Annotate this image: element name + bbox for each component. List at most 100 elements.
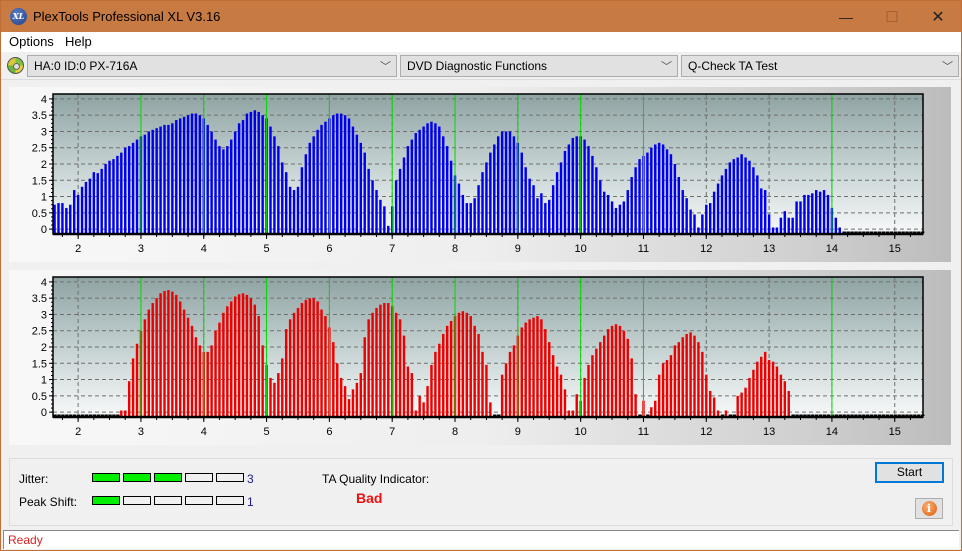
- bar: [811, 193, 814, 233]
- x-tick-label: 14: [826, 426, 838, 438]
- bar: [669, 355, 673, 416]
- bar: [442, 333, 445, 416]
- bar: [163, 291, 166, 416]
- bar: [363, 337, 366, 416]
- bar: [767, 360, 771, 416]
- bar: [375, 307, 378, 416]
- minimize-button[interactable]: —: [823, 1, 869, 32]
- bar: [92, 172, 96, 233]
- bar: [520, 152, 523, 233]
- start-button[interactable]: Start: [875, 462, 944, 483]
- bar: [422, 126, 425, 233]
- bar: [677, 342, 681, 416]
- menu-options[interactable]: Options: [9, 34, 54, 49]
- bar: [359, 373, 363, 416]
- plextools-logo-icon: XL: [10, 8, 27, 25]
- bar: [288, 186, 292, 233]
- bar: [438, 126, 441, 233]
- bar: [167, 290, 170, 416]
- bar: [226, 306, 229, 416]
- bar: [233, 296, 237, 416]
- bar: [80, 186, 84, 233]
- function-select[interactable]: DVD Diagnostic Functions ﹀: [400, 55, 678, 77]
- bar: [575, 394, 578, 416]
- menu-help[interactable]: Help: [65, 34, 92, 49]
- bar: [583, 139, 586, 233]
- bar: [332, 342, 335, 416]
- bar: [155, 298, 158, 416]
- bar: [469, 316, 472, 416]
- bar: [253, 304, 257, 416]
- bar: [214, 330, 217, 416]
- bar: [355, 382, 359, 416]
- x-tick-label: 9: [515, 243, 521, 255]
- bar: [284, 172, 288, 233]
- x-tick-label: 4: [201, 243, 207, 255]
- bar: [312, 136, 315, 233]
- bar: [760, 188, 763, 233]
- bar: [292, 312, 296, 416]
- bar: [771, 361, 775, 416]
- bar: [222, 312, 225, 416]
- bar: [398, 168, 402, 233]
- bar: [214, 139, 217, 233]
- groove-chart: 0 0.5 1 1.5 2 2.5 3 3.5 4 2 3 4 5 6 7 8 9 10 11 12 13 14 15: [32, 276, 925, 438]
- bar: [343, 386, 347, 416]
- bar: [606, 194, 610, 233]
- bar: [559, 162, 563, 233]
- bar: [783, 211, 787, 233]
- x-tick-label: 12: [700, 243, 712, 255]
- bar: [304, 154, 308, 233]
- x-tick-label: 8: [452, 426, 458, 438]
- y-tick-label: 2.5: [32, 143, 47, 155]
- bar: [661, 144, 665, 233]
- bar: [508, 351, 512, 416]
- bar: [127, 146, 131, 233]
- bar: [426, 123, 429, 233]
- bar: [689, 209, 692, 233]
- bar: [587, 146, 590, 233]
- bar: [418, 129, 421, 233]
- bar: [465, 203, 469, 233]
- bar: [222, 149, 225, 233]
- bar: [171, 291, 174, 416]
- bar: [563, 389, 567, 416]
- bar: [567, 410, 571, 416]
- bar: [167, 124, 170, 233]
- maximize-button[interactable]: ☐: [869, 1, 915, 32]
- bar: [261, 345, 264, 416]
- bar: [273, 382, 276, 416]
- bar: [194, 113, 198, 233]
- bar: [493, 144, 496, 233]
- test-select[interactable]: Q-Check TA Test ﹀: [681, 55, 959, 77]
- bar: [461, 194, 465, 233]
- peak-shift-segment: [92, 496, 120, 505]
- info-button[interactable]: i: [915, 498, 943, 519]
- bar: [701, 214, 704, 233]
- bar: [657, 142, 661, 233]
- bar: [182, 309, 186, 416]
- bar: [210, 131, 213, 233]
- bar: [135, 139, 139, 233]
- bar: [763, 351, 767, 416]
- bar: [661, 363, 665, 416]
- close-button[interactable]: ✕: [915, 1, 961, 32]
- bar: [273, 136, 276, 233]
- bar: [548, 199, 551, 233]
- bar: [316, 301, 319, 416]
- bar: [654, 144, 657, 233]
- x-tick-label: 13: [763, 243, 775, 255]
- chevron-down-icon: ﹀: [380, 61, 391, 73]
- y-tick-label: 0.5: [32, 208, 47, 220]
- bar: [548, 342, 551, 416]
- bar: [748, 160, 751, 233]
- x-tick-label: 9: [515, 426, 521, 438]
- drive-select[interactable]: HA:0 ID:0 PX-716A ﹀: [27, 55, 397, 77]
- bar: [657, 374, 661, 416]
- bar: [430, 121, 433, 233]
- bar: [226, 146, 229, 233]
- bar: [532, 185, 535, 233]
- bar: [186, 317, 190, 416]
- bar: [618, 204, 622, 233]
- x-tick-label: 3: [138, 243, 144, 255]
